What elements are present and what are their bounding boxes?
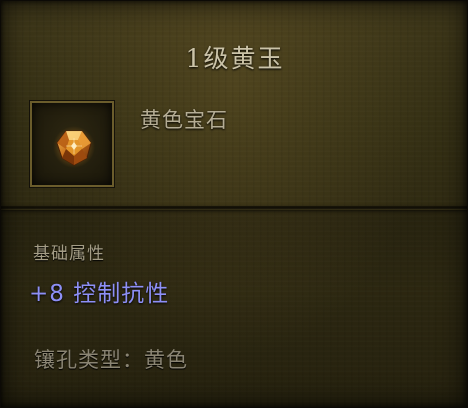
tooltip-header: 1级黄玉 黄色宝石 <box>1 1 467 206</box>
attribute-name: 控制抗性 <box>73 281 170 307</box>
basic-attributes-heading: 基础属性 <box>33 244 105 264</box>
item-type-label: 黄色宝石 <box>140 108 228 132</box>
item-icon-frame <box>30 101 114 187</box>
socket-type-label: 镶孔类型： <box>34 348 144 372</box>
socket-type-value: 黄色 <box>144 348 188 372</box>
item-tooltip: 1级黄玉 黄色宝石 基础属性 +8 控制抗性 镶孔类型：黄色 <box>0 0 468 408</box>
item-title: 1级黄玉 <box>185 44 285 73</box>
socket-type-line: 镶孔类型：黄色 <box>34 344 188 374</box>
tooltip-body: 基础属性 +8 控制抗性 镶孔类型：黄色 <box>1 210 467 407</box>
attribute-value: +8 <box>29 281 65 307</box>
attribute-line: +8 控制抗性 <box>29 274 169 308</box>
topaz-gem-icon <box>53 126 95 168</box>
